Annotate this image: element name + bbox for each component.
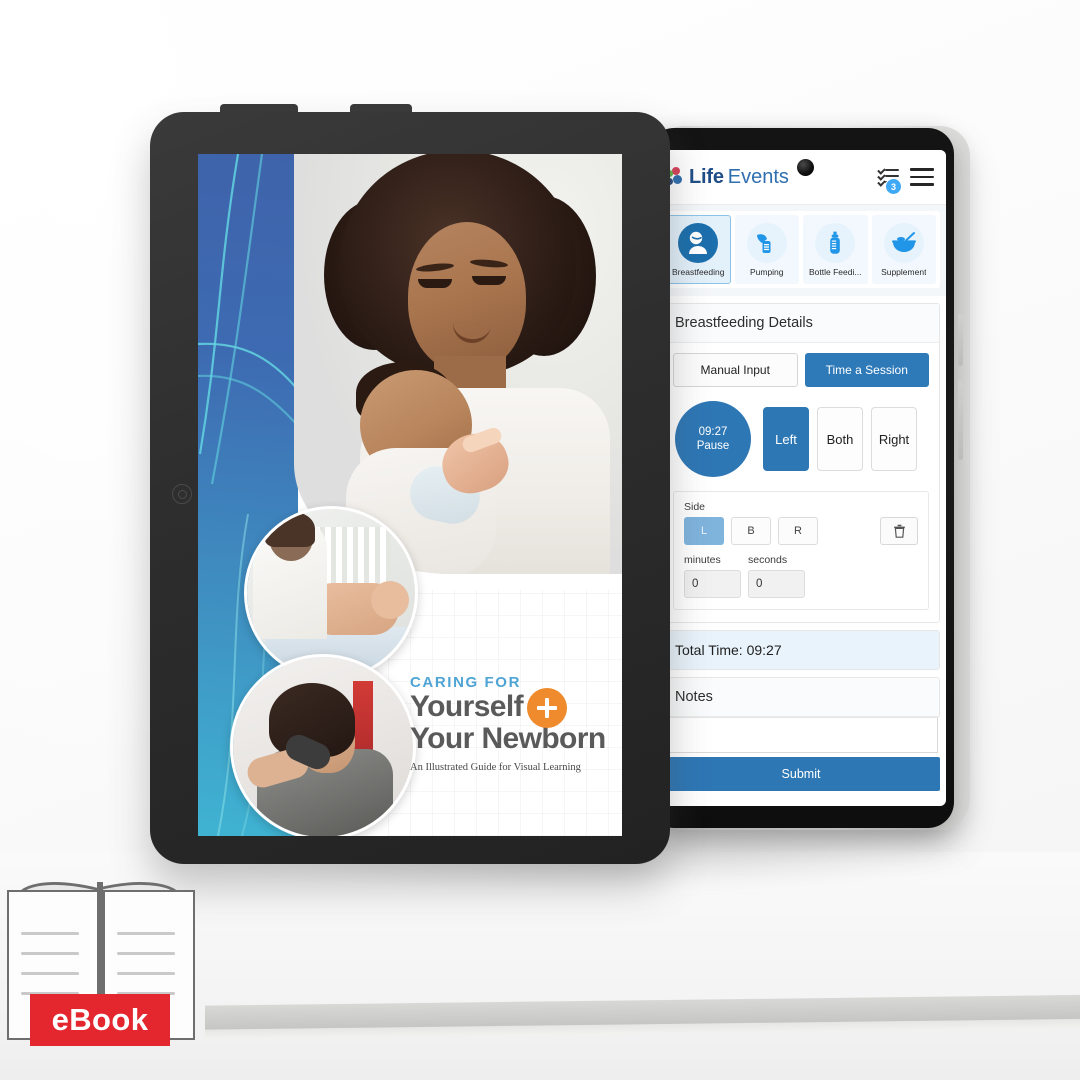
front-camera-punch-hole [797,159,814,176]
cover-title-block: CARING FOR Yourself Your Newborn An Illu… [410,674,622,773]
cover-photo-self-care [230,654,416,836]
tablet-home-button[interactable] [172,484,192,504]
submit-button[interactable]: Submit [662,757,940,791]
ebook-badge: eBook [4,872,202,1050]
notes-label: Notes [663,678,939,717]
side-right-button[interactable]: Right [871,407,917,471]
minutes-input[interactable]: 0 [684,570,741,598]
app-header: Life Events 3 [656,150,946,205]
tab-pumping[interactable]: Pumping [734,215,799,284]
side-short-l-button[interactable]: L [684,517,724,545]
input-mode-toggle: Manual Input Time a Session [673,353,929,387]
manual-input-button[interactable]: Manual Input [673,353,798,387]
timer-row: 09:27 Pause Left Both Right [673,387,929,487]
checklist-icon[interactable]: 3 [877,166,902,195]
cover-subtitle: An Illustrated Guide for Visual Learning [410,761,581,773]
category-tab-strip: Breastfeeding Pumping Bottle Feedi... Su… [656,205,946,296]
tab-label: Supplement [881,267,927,277]
breastfeeding-icon [678,223,719,263]
cover-kicker: CARING FOR [410,674,521,691]
logo-secondary-text: Events [727,165,789,188]
tab-breastfeeding[interactable]: Breastfeeding [666,215,731,284]
phone-device: Life Events 3 Breastfeeding Pumping Bott… [648,126,970,830]
hamburger-menu-icon[interactable] [910,168,934,186]
details-title: Breastfeeding Details [663,304,939,343]
plus-icon [527,688,567,728]
header-actions: 3 [877,166,936,195]
side-both-button[interactable]: Both [817,407,863,471]
timer-action-label: Pause [696,440,730,452]
logo-primary-text: Life [689,165,724,188]
tab-supplement[interactable]: Supplement [871,215,936,284]
product-mockup-scene: Life Events 3 Breastfeeding Pumping Bott… [0,0,1080,1080]
breast-pump-icon [746,223,787,263]
side-left-button[interactable]: Left [763,407,809,471]
tablet-bezel: CARING FOR Yourself Your Newborn An Illu… [150,112,670,864]
tab-label: Breastfeeding [672,267,725,277]
tab-label: Bottle Feedi... [809,267,862,277]
minutes-label: minutes [684,554,721,566]
notes-card: Notes [662,677,940,718]
tablet-device: CARING FOR Yourself Your Newborn An Illu… [150,104,670,864]
side-field-label: Side [684,501,706,513]
tablet-screen: CARING FOR Yourself Your Newborn An Illu… [198,154,622,836]
side-selector: Left Both Right [763,407,917,471]
phone-screen: Life Events 3 Breastfeeding Pumping Bott… [656,150,946,806]
seconds-input[interactable]: 0 [748,570,805,598]
bowl-spoon-icon [883,223,924,263]
seconds-label: seconds [748,554,788,566]
notes-textarea[interactable] [664,718,938,753]
timer-value: 09:27 [698,426,728,438]
cover-title-line2: Your Newborn [410,721,606,755]
side-short-r-button[interactable]: R [778,517,818,545]
trash-icon[interactable] [880,517,918,545]
ebook-cover: CARING FOR Yourself Your Newborn An Illu… [198,154,622,836]
total-time-card: Total Time: 09:27 [662,630,940,670]
total-time-value: Total Time: 09:27 [663,631,939,669]
breastfeeding-details-card: Breastfeeding Details Manual Input Time … [662,303,940,623]
tab-bottle-feeding[interactable]: Bottle Feedi... [803,215,868,284]
phone-bezel: Life Events 3 Breastfeeding Pumping Bott… [648,128,963,828]
side-short-b-button[interactable]: B [731,517,771,545]
baby-bottle-icon [815,223,856,263]
timer-pause-button[interactable]: 09:27 Pause [675,401,751,477]
tab-label: Pumping [749,267,784,277]
session-entry-row: Side L B R minutes 0 seconds 0 [673,491,929,610]
ebook-label: eBook [30,994,170,1046]
phone-volume-down-button[interactable] [958,380,963,460]
notification-badge: 3 [885,178,902,195]
time-a-session-button[interactable]: Time a Session [804,353,929,387]
cover-title-line1: Yourself [410,690,524,723]
phone-volume-up-button[interactable] [958,314,963,366]
